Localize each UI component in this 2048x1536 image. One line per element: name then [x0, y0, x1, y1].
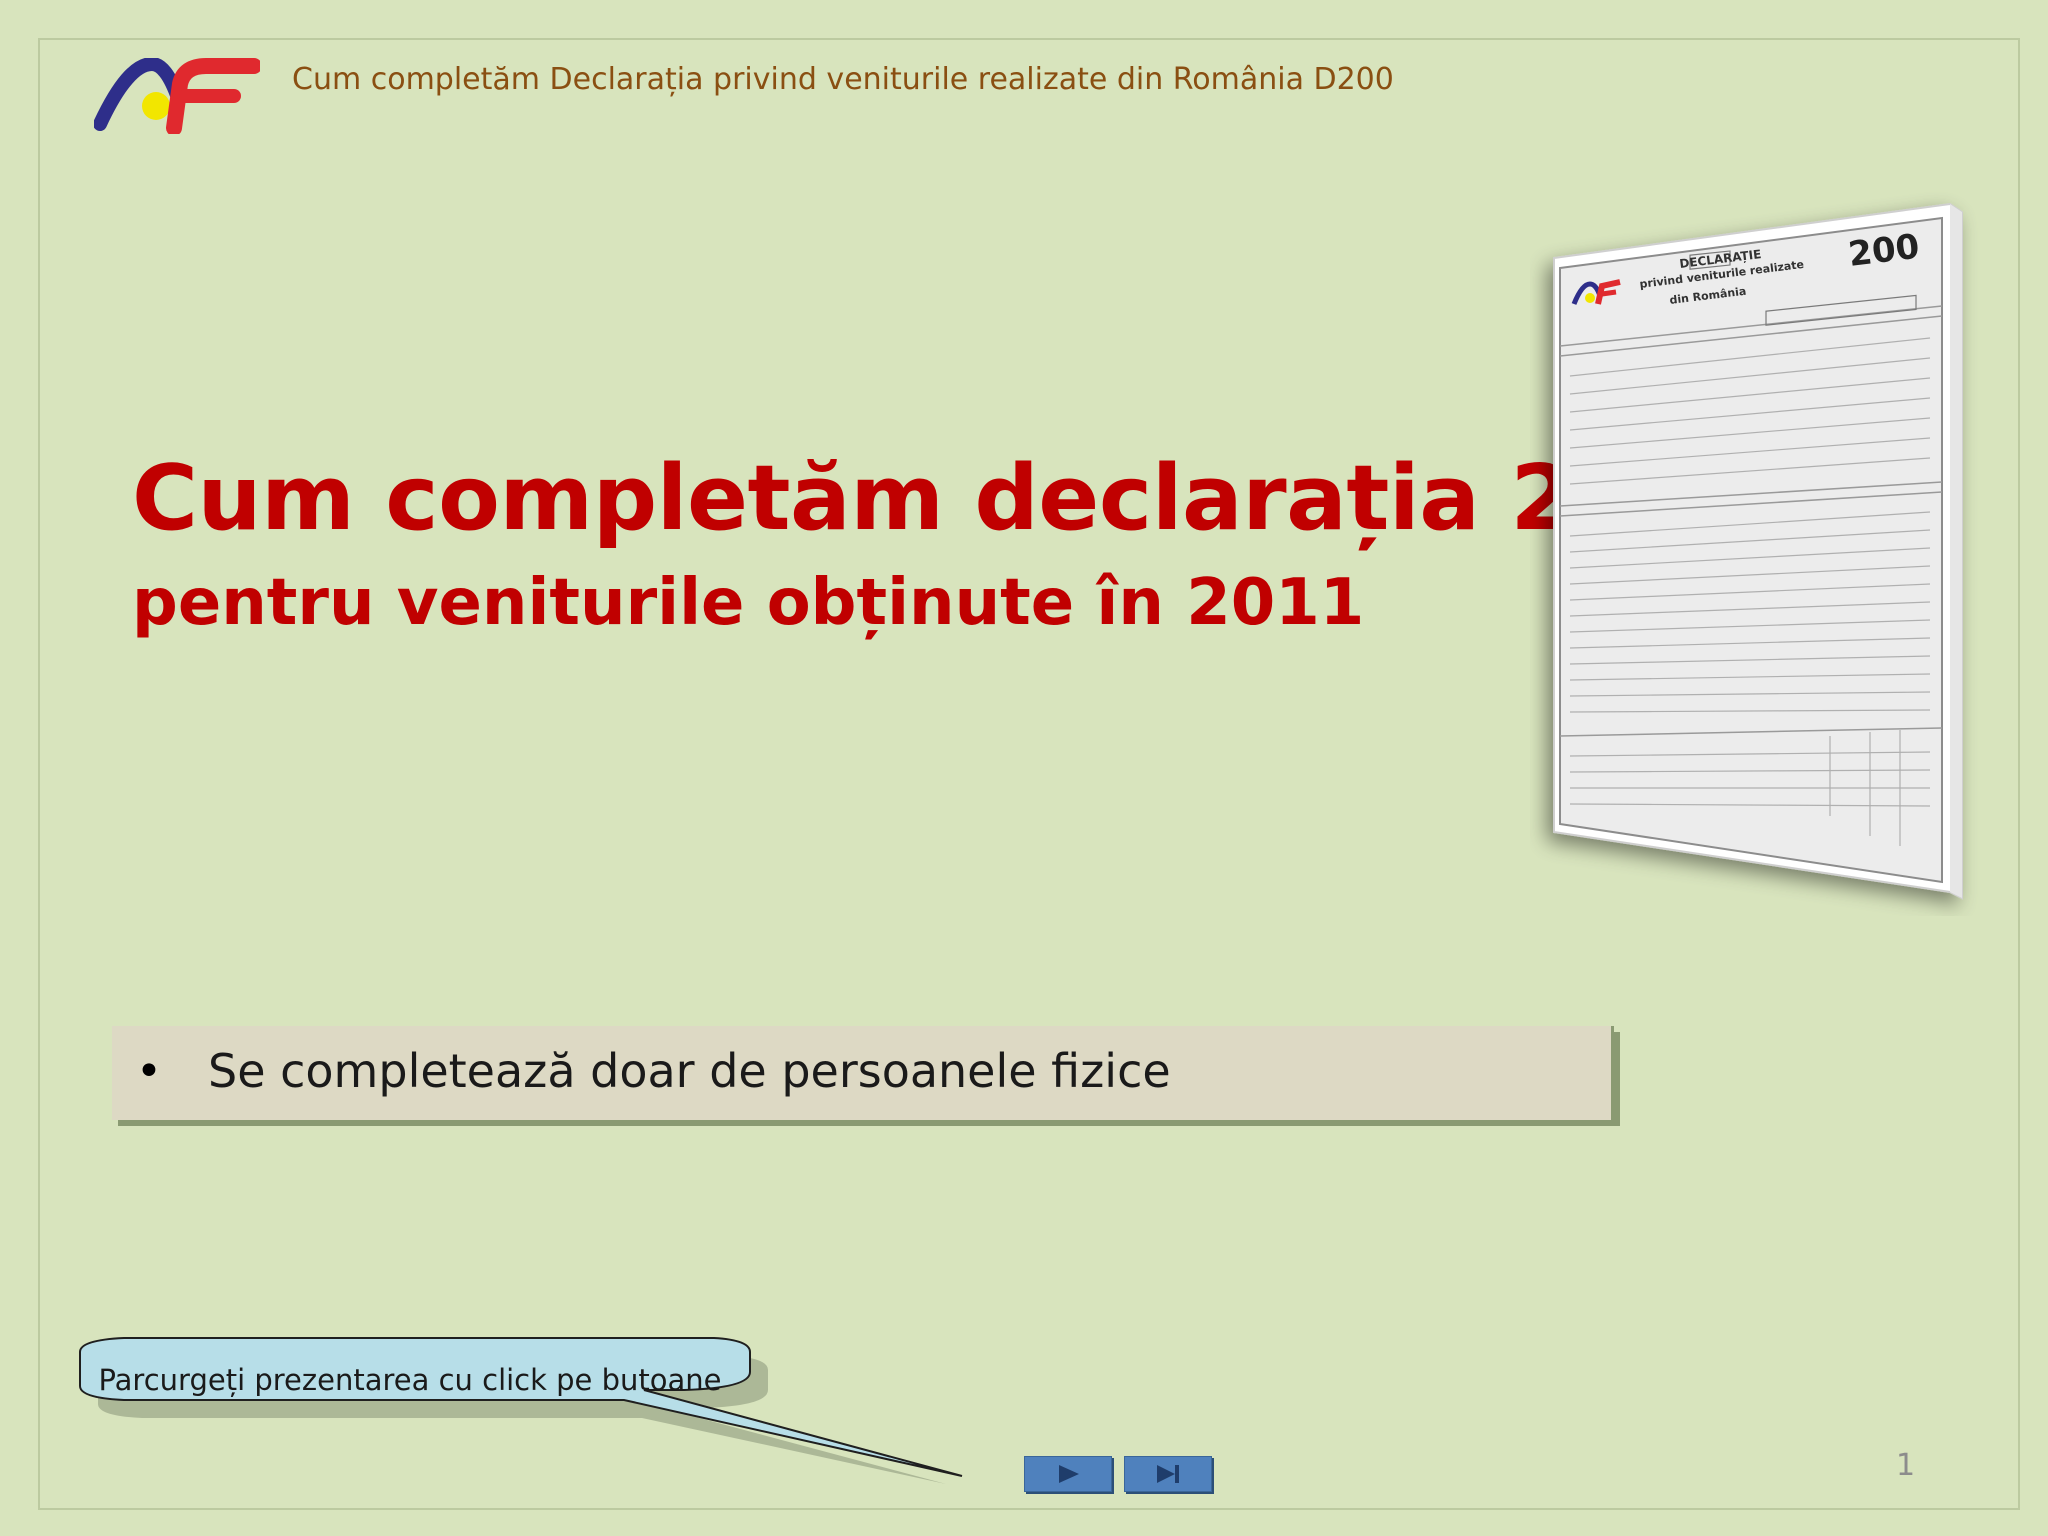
last-slide-button[interactable] [1124, 1456, 1212, 1492]
header-title: Cum completăm Declarația privind venitur… [292, 62, 1394, 97]
bullet-box: • Se completează doar de persoanele fizi… [112, 1026, 1614, 1120]
page-number: 1 [1896, 1448, 1916, 1483]
page-subtitle: pentru veniturile obținute în 2011 [132, 566, 1365, 640]
declaration-form-image: DECLARAȚIE privind veniturile realizate … [1553, 202, 1963, 900]
slide: Cum completăm Declarația privind venitur… [0, 0, 2048, 1536]
bullet-dot: • [136, 1046, 162, 1097]
anaf-logo [94, 58, 260, 134]
page-title: Cum completăm declarația 200 [132, 446, 1697, 551]
skip-to-end-icon [1157, 1465, 1179, 1483]
next-slide-button[interactable] [1024, 1456, 1112, 1492]
bullet-text: Se completează doar de persoanele fizice [208, 1044, 1171, 1098]
play-next-icon [1059, 1465, 1079, 1483]
callout-text: Parcurgeți prezentarea cu click pe butoa… [98, 1363, 722, 1397]
